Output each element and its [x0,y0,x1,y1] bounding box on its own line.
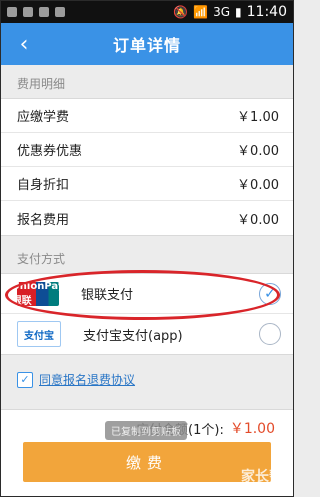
status-right-icons: 🔕 📶 3G ▮ 11:40 [173,4,287,20]
agreement-checkbox[interactable]: ✓ [17,371,33,388]
fee-row-discount: 自身折扣 ￥0.00 [1,167,293,201]
clock: 11:40 [246,4,287,20]
fee-label: 优惠券优惠 [17,144,83,159]
alipay-logo-text: 支付宝 [24,330,54,342]
radio-selected-icon[interactable]: ✓ [259,282,281,305]
fee-amount: ￥0.00 [237,178,279,193]
chevron-left-icon: ‹ [19,31,29,57]
watermark-text: 家长帮 [241,469,283,485]
fee-amount: ￥0.00 [237,144,279,159]
mute-icon: 🔕 [173,5,189,19]
payment-method-unionpay[interactable]: UnionPay 银联 银联支付 ✓ [1,274,293,314]
fee-amount: ￥1.00 [237,110,279,125]
pay-button[interactable]: 缴费 [23,442,271,482]
network-label: 3G [213,5,231,19]
main-content: 费用明细 应缴学费 ￥1.00 优惠券优惠 ￥0.00 自身折扣 ￥0.00 报… [1,65,293,410]
app-icon [7,7,17,17]
fee-label: 报名费用 [17,212,70,228]
unionpay-logo-text: UnionPay 银联 [11,280,65,307]
fee-label: 应缴学费 [17,110,70,125]
shield-icon [39,7,49,17]
phone-frame: 🔕 📶 3G ▮ 11:40 ‹ 订单详情 费用明细 应缴学费 ￥1.00 优惠… [0,0,294,497]
fee-row-tuition: 应缴学费 ￥1.00 [1,99,293,133]
fee-row-coupon: 优惠券优惠 ￥0.00 [1,133,293,167]
wifi-icon: 📶 [193,5,209,19]
payment-methods-list: UnionPay 银联 银联支付 ✓ 支付宝 支付宝支付(app) [1,270,293,355]
total-value: ￥1.00 [229,421,275,437]
battery-icon: ▮ [235,5,242,19]
radio-unselected-icon[interactable] [259,323,281,345]
agreement-link[interactable]: 同意报名退费协议 [39,371,135,388]
page-title: 订单详情 [112,36,181,55]
payment-section-title: 支付方式 [17,252,66,266]
back-button[interactable]: ‹ [11,31,37,57]
fee-row-registration: 报名费用 ￥0.00 [1,201,293,235]
fees-list: 应缴学费 ￥1.00 优惠券优惠 ￥0.00 自身折扣 ￥0.00 报名费用 ￥… [1,98,293,236]
header-bar: ‹ 订单详情 [1,23,293,65]
footer-bar: 应付金额(1个): ￥1.00 已复制到剪贴板 缴费 家长帮 [1,409,293,496]
unionpay-logo: UnionPay 银联 [12,281,65,307]
notification-icon [55,7,65,17]
alipay-logo: 支付宝 [17,321,61,347]
status-left-icons [7,7,65,17]
fee-amount: ￥0.00 [237,212,279,228]
fee-label: 自身折扣 [17,178,70,193]
image-icon [23,7,33,17]
agreement-row: ✓ 同意报名退费协议 [1,355,293,404]
copied-toast: 已复制到剪贴板 [105,421,187,440]
payment-method-alipay[interactable]: 支付宝 支付宝支付(app) [1,314,293,354]
status-bar: 🔕 📶 3G ▮ 11:40 [1,1,293,23]
payment-method-label: 银联支付 [81,288,134,303]
payment-method-label: 支付宝支付(app) [83,328,183,344]
fees-section-title: 费用明细 [17,77,66,91]
